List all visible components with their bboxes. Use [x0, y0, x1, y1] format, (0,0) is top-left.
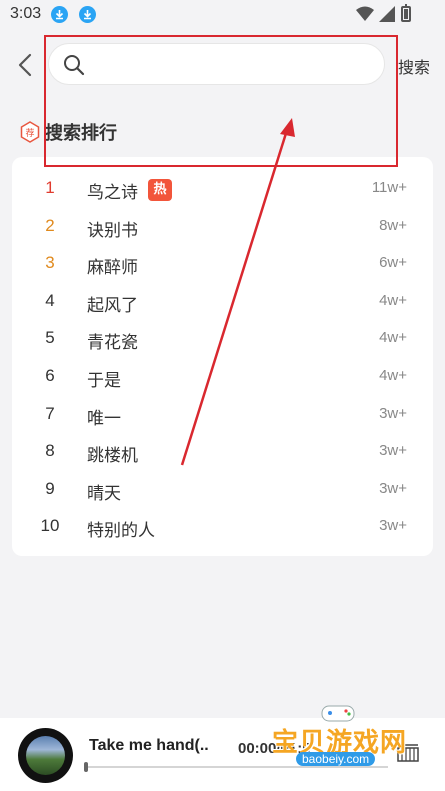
search-header: 搜索: [0, 40, 445, 90]
search-count: 3w+: [379, 404, 407, 422]
search-count: 8w+: [379, 216, 407, 234]
progress-track[interactable]: [86, 766, 388, 768]
search-input[interactable]: [93, 50, 373, 80]
rank-number: 5: [45, 328, 55, 348]
section-header: 荐 搜索排行: [20, 120, 117, 144]
search-count: 4w+: [379, 329, 407, 347]
hot-badge: 热: [148, 179, 172, 201]
song-name: 特别的人: [87, 521, 155, 542]
rank-number: 4: [45, 290, 55, 310]
song-name: 诀别书: [87, 220, 138, 241]
mini-player[interactable]: Take me hand(.. 00:00/01:5: [0, 718, 445, 791]
download-icon: [51, 6, 68, 23]
rank-number: 8: [45, 441, 55, 461]
search-count: 4w+: [379, 367, 407, 384]
album-art: [26, 736, 65, 775]
ranking-item[interactable]: 10 特别的人 3w+: [12, 508, 433, 545]
search-count: 3w+: [379, 479, 407, 497]
ranking-list: 1 鸟之诗热 11w+ 2 诀别书 8w+ 3 麻醉师 6w+ 4 起风了 4w+ 5 青花瓷 4w+ 6 于是…: [12, 157, 433, 556]
search-icon: [64, 55, 85, 76]
ranking-item[interactable]: 4 起风了 4w+: [12, 283, 433, 320]
search-count: 11w+: [371, 179, 407, 196]
recommend-badge-icon: 荐: [20, 121, 40, 143]
recommend-badge-glyph: 荐: [25, 128, 34, 139]
song-name: 青花瓷: [87, 333, 138, 354]
ranking-item[interactable]: 2 诀别书 8w+: [12, 208, 433, 245]
status-time: 3:03: [10, 5, 42, 22]
ranking-item[interactable]: 8 跳楼机 3w+: [12, 433, 433, 470]
search-button[interactable]: 搜索: [398, 54, 430, 78]
search-count: 4w+: [379, 291, 407, 309]
ranking-item[interactable]: 9 晴天 3w+: [12, 471, 433, 508]
cellular-signal-icon: [379, 6, 395, 22]
song-name: 于是: [87, 371, 121, 391]
song-name: 跳楼机: [87, 446, 138, 467]
status-bar: 3:03: [0, 0, 445, 30]
song-name: 麻醉师: [87, 258, 138, 279]
ranking-item[interactable]: 6 于是 4w+: [12, 358, 433, 395]
song-name: 晴天: [87, 483, 121, 504]
song-name: 鸟之诗: [87, 183, 138, 203]
song-title: Take me hand(..: [89, 737, 209, 754]
progress-knob[interactable]: [84, 762, 88, 772]
rank-number: 2: [45, 215, 55, 235]
rank-number: 3: [45, 253, 55, 273]
wifi-icon: [356, 6, 374, 21]
battery-icon: [401, 4, 411, 22]
rank-number: 7: [45, 403, 55, 423]
search-count: 3w+: [379, 442, 407, 460]
ranking-item[interactable]: 3 麻醉师 6w+: [12, 245, 433, 282]
ranking-item[interactable]: 7 唯一 3w+: [12, 396, 433, 433]
download-icon: [79, 6, 96, 23]
rank-number: 1: [45, 178, 55, 197]
album-cover[interactable]: [18, 728, 73, 783]
playlist-icon[interactable]: [397, 744, 419, 762]
rank-number: 6: [45, 366, 55, 385]
ranking-item[interactable]: 1 鸟之诗热 11w+: [12, 170, 433, 207]
song-time: 00:00/01:5: [238, 740, 311, 757]
search-count: 3w+: [379, 517, 407, 535]
search-count: 6w+: [379, 254, 407, 272]
rank-number: 9: [45, 478, 55, 498]
search-box[interactable]: [48, 43, 385, 85]
ranking-item[interactable]: 5 青花瓷 4w+: [12, 320, 433, 357]
song-name: 唯一: [87, 408, 121, 429]
rank-number: 10: [40, 516, 60, 536]
back-arrow-icon[interactable]: [14, 52, 38, 78]
section-title: 搜索排行: [45, 123, 117, 144]
song-name: 起风了: [87, 295, 138, 316]
